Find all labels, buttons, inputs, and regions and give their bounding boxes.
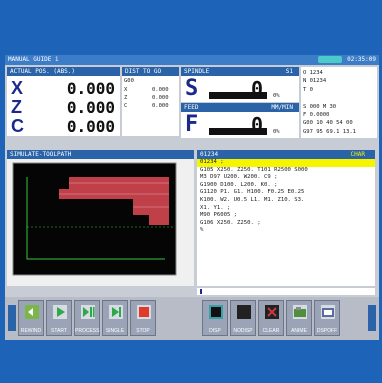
display-off-icon [321, 305, 335, 319]
program-line[interactable]: G106 X250. Z250. ; [197, 220, 375, 228]
axis-c-value: 0.000 [66, 117, 115, 136]
axis-z-value: 0.000 [66, 98, 115, 117]
simulate-header: SIMULATE-TOOLPATH [7, 150, 194, 159]
rewind-button[interactable]: REWIND [18, 300, 44, 336]
status-pill [318, 56, 342, 63]
feed-panel: F 0 0% [181, 112, 299, 138]
spindle-id: S1 [285, 68, 293, 75]
program-line[interactable]: G1120 P1. G1. H100. F0.25 E0.25 [197, 189, 375, 197]
axis-x-value: 0.000 [66, 79, 115, 98]
info-line: N 01234 [303, 78, 327, 85]
feed-gauge [209, 128, 267, 135]
feed-override-value: 0% [273, 129, 280, 135]
no-display-icon [237, 305, 251, 319]
dist-to-go-panel: G00 X 0.000 Z 0.000 C 0.000 [122, 76, 179, 136]
dspoff-button[interactable]: DSPOFF [314, 300, 340, 336]
input-line[interactable] [197, 288, 375, 295]
dspoff-label: DSPOFF [316, 328, 338, 334]
info-line: G97 95 69.1 13.1 [303, 128, 356, 135]
dist-c-label: C [124, 103, 128, 109]
rewind-label: REWIND [20, 328, 42, 334]
program-line[interactable]: M3 D97 U200. W200. C9 ; [197, 174, 375, 182]
dist-z-value: 0.000 [152, 95, 169, 101]
single-label: SINGLE [105, 328, 125, 334]
program-line[interactable]: K100. W2. U0.5 L1. M1. Z10. S3. [197, 197, 375, 205]
animation-icon [293, 305, 307, 319]
play-icon [53, 305, 67, 319]
spindle-panel: S 0 0% [181, 76, 299, 102]
dist-to-go-gcode: G00 [124, 78, 134, 84]
dist-z-label: Z [124, 95, 128, 101]
disp-button[interactable]: DISP [202, 300, 228, 336]
program-line[interactable]: 01234 ; [197, 159, 375, 167]
clear-button[interactable]: CLEAR [258, 300, 284, 336]
feed-letter: F [185, 112, 199, 137]
axis-z-label: Z [11, 97, 22, 117]
info-line: G00 10 40 54 00 [303, 120, 353, 127]
info-line: F 0.0000 [303, 112, 330, 119]
clock: 02:35:09 [347, 56, 376, 63]
title-bar: MANUAL GUIDE i 02:35:09 [5, 55, 379, 65]
axis-x-label: X [11, 78, 24, 98]
spindle-letter: S [185, 76, 199, 101]
program-listing[interactable]: 01234 ; G105 X250. Z250. T101 R2500 S000… [197, 159, 375, 286]
rewind-icon [25, 305, 39, 319]
cnc-screen: MANUAL GUIDE i 02:35:09 ACTUAL POS. (ABS… [5, 55, 379, 340]
input-cursor [200, 289, 202, 294]
program-header: 01234 CHAR [197, 150, 375, 159]
stop-icon [137, 305, 151, 319]
softkey-next-button[interactable] [368, 305, 376, 331]
process-label: PROCESS [75, 328, 100, 334]
simulation-view [7, 159, 194, 286]
spindle-load-value: 0% [273, 93, 280, 99]
position-header: ACTUAL POS. (ABS.) [7, 67, 120, 76]
stop-button[interactable]: STOP [130, 300, 156, 336]
single-button[interactable]: SINGLE [102, 300, 128, 336]
spindle-header-label: SPINDLE [184, 68, 210, 75]
softkey-bar: REWIND START PROCESS SINGLE STOP DISP NO… [5, 297, 379, 340]
dist-x-value: 0.000 [152, 87, 169, 93]
feed-unit: MM/MIN [271, 104, 293, 111]
feed-header: FEED MM/MIN [181, 103, 299, 112]
start-button[interactable]: START [46, 300, 72, 336]
input-mode: CHAR [350, 151, 365, 158]
display-icon [209, 305, 223, 319]
info-line: S 000 M 30 [303, 103, 337, 110]
process-button[interactable]: PROCESS [74, 300, 100, 336]
program-line[interactable]: % [197, 227, 375, 235]
toolpath-canvas [12, 162, 177, 276]
disp-label: DISP [209, 328, 221, 334]
stop-label: STOP [136, 328, 150, 334]
anime-label: ANIME [291, 328, 307, 334]
dist-x-label: X [124, 87, 128, 93]
spindle-header: SPINDLE S1 [181, 67, 299, 76]
dist-c-value: 0.000 [152, 103, 169, 109]
info-line: O 1234 [303, 70, 323, 76]
program-line[interactable]: G1900 D100. L200. K0. ; [197, 182, 375, 190]
step-icon [109, 305, 123, 319]
axis-c-label: C [11, 116, 24, 136]
feed-header-label: FEED [184, 104, 199, 111]
clear-icon [265, 305, 279, 319]
pause-play-icon [81, 305, 95, 319]
program-number: 01234 [200, 151, 219, 158]
info-line [303, 94, 356, 102]
program-line[interactable]: G105 X250. Z250. T101 R2500 S000 [197, 167, 375, 175]
modal-info-panel: O 1234 N 01234 T 0 S 000 M 30 F 0.0000 G… [301, 67, 377, 138]
dist-to-go-header: DIST TO GO [122, 67, 179, 76]
nodisp-button[interactable]: NODISP [230, 300, 256, 336]
start-label: START [51, 328, 67, 334]
softkey-prev-button[interactable] [8, 305, 16, 331]
info-line: T 0 [303, 86, 313, 93]
position-panel: X 0.000 Z 0.000 C 0.000 [7, 76, 120, 136]
clear-label: CLEAR [262, 328, 280, 334]
anime-button[interactable]: ANIME [286, 300, 312, 336]
program-line[interactable]: M90 P6005 ; [197, 212, 375, 220]
nodisp-label: NODISP [233, 328, 253, 334]
mode-title: MANUAL GUIDE i [8, 56, 59, 63]
program-line[interactable]: X1. Y1. ; [197, 205, 375, 213]
spindle-load-gauge [209, 92, 267, 99]
